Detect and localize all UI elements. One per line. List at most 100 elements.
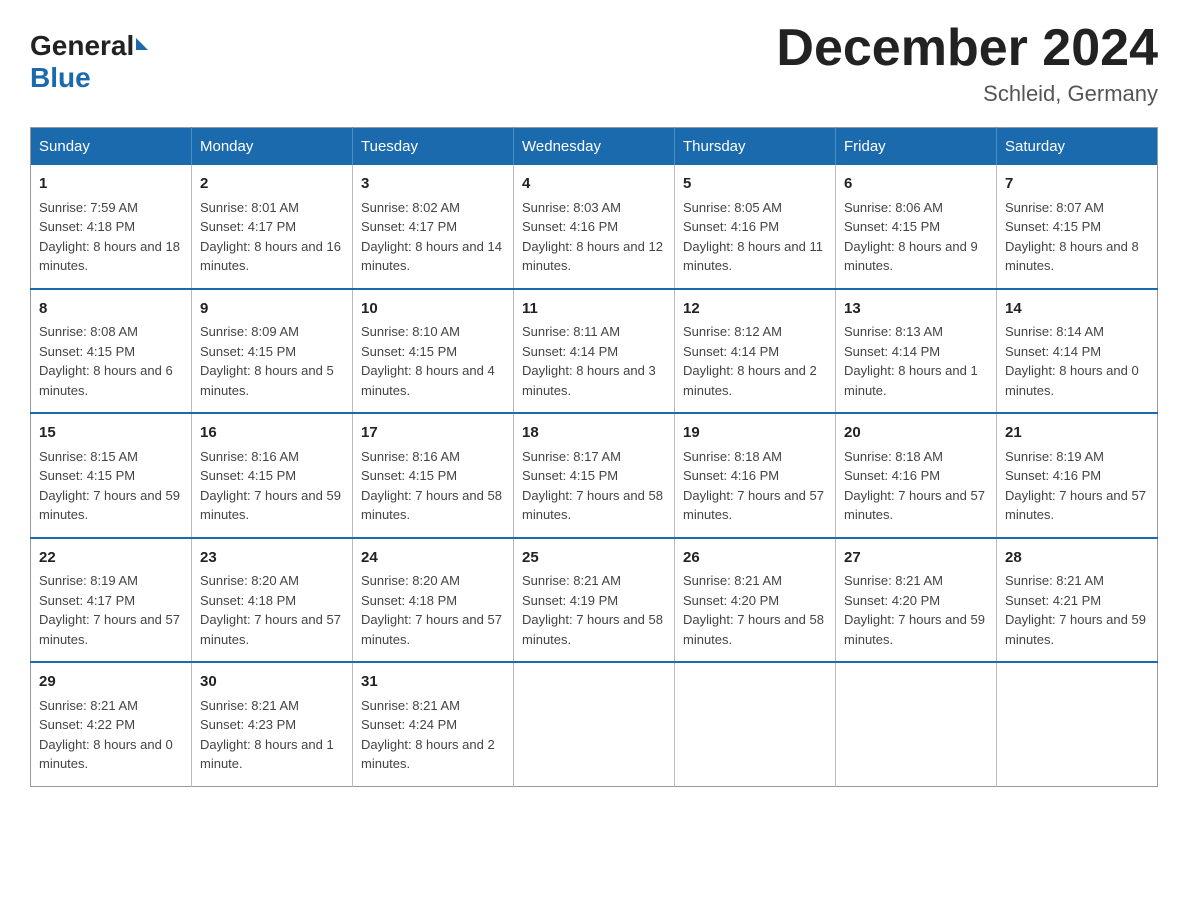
logo-triangle-icon (136, 38, 148, 50)
title-area: December 2024 Schleid, Germany (776, 20, 1158, 107)
day-number: 21 (1005, 422, 1149, 445)
day-number: 6 (844, 173, 988, 196)
calendar-day-cell: 20 Sunrise: 8:18 AMSunset: 4:16 PMDaylig… (836, 413, 997, 538)
day-info: Sunrise: 8:21 AMSunset: 4:20 PMDaylight:… (844, 573, 985, 647)
day-info: Sunrise: 8:21 AMSunset: 4:24 PMDaylight:… (361, 698, 495, 772)
logo: General Blue (30, 30, 148, 94)
weekday-header-tuesday: Tuesday (353, 128, 514, 166)
calendar-day-cell: 6 Sunrise: 8:06 AMSunset: 4:15 PMDayligh… (836, 165, 997, 289)
calendar-day-cell: 19 Sunrise: 8:18 AMSunset: 4:16 PMDaylig… (675, 413, 836, 538)
calendar-day-cell: 12 Sunrise: 8:12 AMSunset: 4:14 PMDaylig… (675, 289, 836, 414)
day-info: Sunrise: 8:20 AMSunset: 4:18 PMDaylight:… (200, 573, 341, 647)
day-info: Sunrise: 8:21 AMSunset: 4:19 PMDaylight:… (522, 573, 663, 647)
calendar-day-cell: 24 Sunrise: 8:20 AMSunset: 4:18 PMDaylig… (353, 538, 514, 663)
day-number: 8 (39, 298, 183, 321)
day-info: Sunrise: 8:21 AMSunset: 4:22 PMDaylight:… (39, 698, 173, 772)
day-number: 12 (683, 298, 827, 321)
calendar-day-cell (836, 662, 997, 786)
calendar-day-cell: 14 Sunrise: 8:14 AMSunset: 4:14 PMDaylig… (997, 289, 1158, 414)
weekday-header-monday: Monday (192, 128, 353, 166)
day-number: 14 (1005, 298, 1149, 321)
day-info: Sunrise: 8:10 AMSunset: 4:15 PMDaylight:… (361, 324, 495, 398)
day-number: 4 (522, 173, 666, 196)
day-info: Sunrise: 8:19 AMSunset: 4:16 PMDaylight:… (1005, 449, 1146, 523)
weekday-header-row: SundayMondayTuesdayWednesdayThursdayFrid… (31, 128, 1158, 166)
day-info: Sunrise: 8:12 AMSunset: 4:14 PMDaylight:… (683, 324, 817, 398)
calendar-day-cell: 7 Sunrise: 8:07 AMSunset: 4:15 PMDayligh… (997, 165, 1158, 289)
calendar-week-row: 29 Sunrise: 8:21 AMSunset: 4:22 PMDaylig… (31, 662, 1158, 786)
calendar-day-cell: 3 Sunrise: 8:02 AMSunset: 4:17 PMDayligh… (353, 165, 514, 289)
day-info: Sunrise: 8:17 AMSunset: 4:15 PMDaylight:… (522, 449, 663, 523)
day-number: 2 (200, 173, 344, 196)
day-number: 9 (200, 298, 344, 321)
day-number: 10 (361, 298, 505, 321)
calendar-week-row: 8 Sunrise: 8:08 AMSunset: 4:15 PMDayligh… (31, 289, 1158, 414)
day-info: Sunrise: 7:59 AMSunset: 4:18 PMDaylight:… (39, 200, 180, 274)
calendar-day-cell: 28 Sunrise: 8:21 AMSunset: 4:21 PMDaylig… (997, 538, 1158, 663)
day-number: 15 (39, 422, 183, 445)
day-info: Sunrise: 8:18 AMSunset: 4:16 PMDaylight:… (683, 449, 824, 523)
calendar-day-cell: 30 Sunrise: 8:21 AMSunset: 4:23 PMDaylig… (192, 662, 353, 786)
day-info: Sunrise: 8:13 AMSunset: 4:14 PMDaylight:… (844, 324, 978, 398)
weekday-header-wednesday: Wednesday (514, 128, 675, 166)
day-info: Sunrise: 8:05 AMSunset: 4:16 PMDaylight:… (683, 200, 823, 274)
day-info: Sunrise: 8:15 AMSunset: 4:15 PMDaylight:… (39, 449, 180, 523)
calendar-day-cell: 10 Sunrise: 8:10 AMSunset: 4:15 PMDaylig… (353, 289, 514, 414)
day-info: Sunrise: 8:11 AMSunset: 4:14 PMDaylight:… (522, 324, 656, 398)
calendar-day-cell (997, 662, 1158, 786)
day-info: Sunrise: 8:14 AMSunset: 4:14 PMDaylight:… (1005, 324, 1139, 398)
day-info: Sunrise: 8:02 AMSunset: 4:17 PMDaylight:… (361, 200, 502, 274)
day-number: 1 (39, 173, 183, 196)
day-number: 23 (200, 547, 344, 570)
day-info: Sunrise: 8:07 AMSunset: 4:15 PMDaylight:… (1005, 200, 1139, 274)
day-info: Sunrise: 8:06 AMSunset: 4:15 PMDaylight:… (844, 200, 978, 274)
calendar-day-cell: 23 Sunrise: 8:20 AMSunset: 4:18 PMDaylig… (192, 538, 353, 663)
day-info: Sunrise: 8:18 AMSunset: 4:16 PMDaylight:… (844, 449, 985, 523)
calendar-day-cell: 21 Sunrise: 8:19 AMSunset: 4:16 PMDaylig… (997, 413, 1158, 538)
day-info: Sunrise: 8:21 AMSunset: 4:23 PMDaylight:… (200, 698, 334, 772)
day-number: 3 (361, 173, 505, 196)
day-info: Sunrise: 8:16 AMSunset: 4:15 PMDaylight:… (361, 449, 502, 523)
day-number: 16 (200, 422, 344, 445)
calendar-day-cell: 27 Sunrise: 8:21 AMSunset: 4:20 PMDaylig… (836, 538, 997, 663)
day-number: 19 (683, 422, 827, 445)
location: Schleid, Germany (776, 81, 1158, 107)
day-number: 20 (844, 422, 988, 445)
calendar-day-cell: 5 Sunrise: 8:05 AMSunset: 4:16 PMDayligh… (675, 165, 836, 289)
calendar-day-cell: 2 Sunrise: 8:01 AMSunset: 4:17 PMDayligh… (192, 165, 353, 289)
weekday-header-saturday: Saturday (997, 128, 1158, 166)
weekday-header-thursday: Thursday (675, 128, 836, 166)
header: General Blue December 2024 Schleid, Germ… (30, 20, 1158, 107)
calendar-day-cell (514, 662, 675, 786)
day-number: 29 (39, 671, 183, 694)
day-info: Sunrise: 8:16 AMSunset: 4:15 PMDaylight:… (200, 449, 341, 523)
weekday-header-sunday: Sunday (31, 128, 192, 166)
calendar-table: SundayMondayTuesdayWednesdayThursdayFrid… (30, 127, 1158, 787)
day-info: Sunrise: 8:20 AMSunset: 4:18 PMDaylight:… (361, 573, 502, 647)
calendar-day-cell: 26 Sunrise: 8:21 AMSunset: 4:20 PMDaylig… (675, 538, 836, 663)
day-number: 28 (1005, 547, 1149, 570)
logo-general-text: General (30, 30, 134, 62)
day-info: Sunrise: 8:01 AMSunset: 4:17 PMDaylight:… (200, 200, 341, 274)
month-title: December 2024 (776, 20, 1158, 77)
calendar-day-cell: 22 Sunrise: 8:19 AMSunset: 4:17 PMDaylig… (31, 538, 192, 663)
day-info: Sunrise: 8:19 AMSunset: 4:17 PMDaylight:… (39, 573, 180, 647)
day-number: 30 (200, 671, 344, 694)
day-number: 11 (522, 298, 666, 321)
calendar-day-cell: 17 Sunrise: 8:16 AMSunset: 4:15 PMDaylig… (353, 413, 514, 538)
day-number: 24 (361, 547, 505, 570)
calendar-week-row: 15 Sunrise: 8:15 AMSunset: 4:15 PMDaylig… (31, 413, 1158, 538)
day-info: Sunrise: 8:08 AMSunset: 4:15 PMDaylight:… (39, 324, 173, 398)
calendar-day-cell: 1 Sunrise: 7:59 AMSunset: 4:18 PMDayligh… (31, 165, 192, 289)
calendar-day-cell: 4 Sunrise: 8:03 AMSunset: 4:16 PMDayligh… (514, 165, 675, 289)
calendar-day-cell: 16 Sunrise: 8:16 AMSunset: 4:15 PMDaylig… (192, 413, 353, 538)
calendar-day-cell: 11 Sunrise: 8:11 AMSunset: 4:14 PMDaylig… (514, 289, 675, 414)
calendar-day-cell (675, 662, 836, 786)
day-number: 31 (361, 671, 505, 694)
calendar-week-row: 22 Sunrise: 8:19 AMSunset: 4:17 PMDaylig… (31, 538, 1158, 663)
day-info: Sunrise: 8:03 AMSunset: 4:16 PMDaylight:… (522, 200, 663, 274)
day-number: 26 (683, 547, 827, 570)
day-number: 7 (1005, 173, 1149, 196)
calendar-day-cell: 31 Sunrise: 8:21 AMSunset: 4:24 PMDaylig… (353, 662, 514, 786)
day-number: 5 (683, 173, 827, 196)
